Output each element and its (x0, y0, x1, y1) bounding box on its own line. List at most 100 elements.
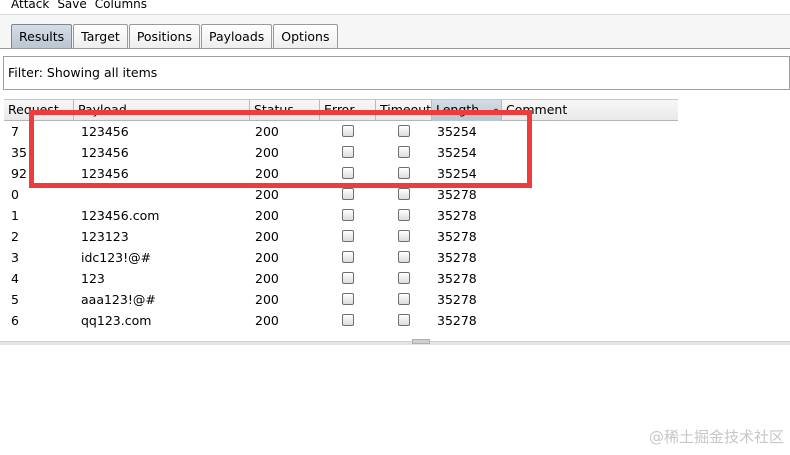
cell-request: 2 (11, 229, 19, 244)
cell-length: 35278 (437, 229, 477, 244)
cell-request: 4 (11, 271, 19, 286)
cell-length: 35278 (437, 187, 477, 202)
error-checkbox (342, 188, 354, 200)
cell-comment (504, 310, 674, 331)
timeout-checkbox (398, 293, 410, 305)
cell-length: 35278 (437, 292, 477, 307)
cell-status: 200 (255, 187, 279, 202)
error-checkbox (342, 314, 354, 326)
timeout-checkbox (398, 272, 410, 284)
cell-payload: 123456 (81, 145, 129, 160)
cell-payload: qq123.com (81, 313, 152, 328)
menu-columns[interactable]: Columns (95, 0, 147, 14)
cell-comment (504, 205, 674, 226)
column-header-error[interactable]: Error (320, 100, 376, 121)
cell-status: 200 (255, 208, 279, 223)
timeout-checkbox (398, 146, 410, 158)
table-row[interactable]: 6 qq123.com 200 35278 (4, 310, 678, 331)
cell-payload: 123 (81, 271, 105, 286)
tab-options[interactable]: Options (273, 24, 338, 48)
timeout-checkbox (398, 230, 410, 242)
cell-length: 35254 (437, 166, 477, 181)
cell-length: 35254 (437, 145, 477, 160)
table-header: Request Payload Status Error Timeout Len… (4, 99, 678, 121)
table-row[interactable]: 1 123456.com 200 35278 (4, 205, 678, 226)
watermark: @稀土掘金技术社区 (648, 428, 784, 446)
splitter-handle[interactable] (412, 339, 430, 344)
table-row[interactable]: 5 aaa123!@# 200 35278 (4, 289, 678, 310)
error-checkbox (342, 251, 354, 263)
cell-payload: idc123!@# (81, 250, 152, 265)
cell-comment (504, 142, 674, 163)
cell-request: 1 (11, 208, 19, 223)
cell-length: 35278 (437, 271, 477, 286)
tab-divider (0, 48, 790, 49)
menu-bar: Attack Save Columns (0, 0, 790, 14)
table-row[interactable]: 92 123456 200 35254 (4, 163, 678, 184)
cell-status: 200 (255, 250, 279, 265)
table-row[interactable]: 0 200 35278 (4, 184, 678, 205)
cell-request: 5 (11, 292, 19, 307)
cell-comment (504, 268, 674, 289)
cell-length: 35278 (437, 313, 477, 328)
menu-attack[interactable]: Attack (11, 0, 49, 14)
cell-comment (504, 184, 674, 205)
column-header-comment[interactable]: Comment (502, 100, 678, 121)
table-empty-area (678, 99, 790, 335)
cell-request: 35 (11, 145, 27, 160)
timeout-checkbox (398, 251, 410, 263)
cell-payload: aaa123!@# (81, 292, 156, 307)
cell-status: 200 (255, 313, 279, 328)
menu-save[interactable]: Save (57, 0, 86, 14)
column-header-payload[interactable]: Payload (74, 100, 250, 121)
table-row[interactable]: 7 123456 200 35254 (4, 121, 678, 142)
cell-comment (504, 247, 674, 268)
cell-status: 200 (255, 124, 279, 139)
cell-status: 200 (255, 229, 279, 244)
cell-comment (504, 163, 674, 184)
error-checkbox (342, 272, 354, 284)
cell-length: 35254 (437, 124, 477, 139)
error-checkbox (342, 293, 354, 305)
table-row[interactable]: 4 123 200 35278 (4, 268, 678, 289)
column-header-length-label: Length (436, 102, 480, 117)
cell-payload: 123456.com (81, 208, 160, 223)
table-row[interactable]: 3 idc123!@# 200 35278 (4, 247, 678, 268)
table-row[interactable]: 35 123456 200 35254 (4, 142, 678, 163)
cell-payload: 123456 (81, 166, 129, 181)
pane-splitter[interactable] (0, 341, 790, 345)
timeout-checkbox (398, 314, 410, 326)
table-row[interactable]: 2 123123 200 35278 (4, 226, 678, 247)
error-checkbox (342, 230, 354, 242)
tab-payloads[interactable]: Payloads (201, 24, 273, 48)
cell-status: 200 (255, 145, 279, 160)
table-body: 7 123456 200 35254 35 123456 200 35254 92 123456 2… (4, 121, 678, 331)
cell-comment (504, 289, 674, 310)
cell-request: 3 (11, 250, 19, 265)
column-header-timeout[interactable]: Timeout (376, 100, 432, 121)
error-checkbox (342, 209, 354, 221)
tab-positions[interactable]: Positions (128, 24, 200, 48)
cell-comment (504, 121, 674, 142)
tab-results[interactable]: Results (11, 24, 73, 49)
cell-payload: 123123 (81, 229, 129, 244)
column-header-request[interactable]: Request (4, 100, 74, 121)
filter-bar[interactable]: Filter: Showing all items (3, 56, 790, 90)
cell-comment (504, 226, 674, 247)
tab-strip: Results Target Positions Payloads Option… (0, 14, 790, 49)
sort-descending-icon: ▾ (493, 106, 498, 115)
cell-request: 6 (11, 313, 19, 328)
timeout-checkbox (398, 188, 410, 200)
timeout-checkbox (398, 209, 410, 221)
cell-payload: 123456 (81, 124, 129, 139)
column-header-status[interactable]: Status (250, 100, 320, 121)
column-header-length[interactable]: Length ▾ (432, 100, 502, 121)
cell-status: 200 (255, 166, 279, 181)
cell-length: 35278 (437, 250, 477, 265)
error-checkbox (342, 146, 354, 158)
cell-status: 200 (255, 292, 279, 307)
cell-request: 0 (11, 187, 19, 202)
cell-status: 200 (255, 271, 279, 286)
timeout-checkbox (398, 125, 410, 137)
tab-target[interactable]: Target (73, 24, 128, 48)
